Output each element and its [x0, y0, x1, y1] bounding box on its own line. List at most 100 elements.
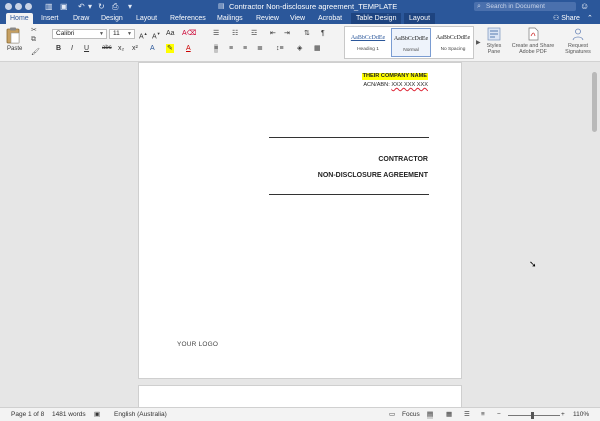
- heading-nda[interactable]: NON-DISCLOSURE AGREEMENT: [318, 172, 428, 179]
- tab-view[interactable]: View: [290, 13, 305, 24]
- status-bar: Page 1 of 8 1481 words ▣ English (Austra…: [0, 407, 600, 421]
- focus-button[interactable]: Focus: [402, 411, 420, 419]
- copy-icon[interactable]: ⧉: [31, 36, 36, 44]
- company-name[interactable]: THEIR COMPANY NAME: [361, 73, 428, 80]
- style-name: No Spacing: [440, 47, 466, 52]
- signature-person-icon: [572, 28, 584, 41]
- tab-draw[interactable]: Draw: [73, 13, 89, 24]
- undo-icon[interactable]: ↶: [78, 2, 85, 11]
- create-pdf-label: Create and Share Adobe PDF: [511, 43, 555, 55]
- collapse-ribbon-icon[interactable]: ⌃: [587, 13, 593, 24]
- styles-pane-button[interactable]: Styles Pane: [482, 27, 506, 55]
- cut-icon[interactable]: ✂: [31, 26, 37, 34]
- sidebar-toggle-icon[interactable]: ▥: [45, 2, 53, 11]
- rule-top: [269, 137, 429, 138]
- font-name-dropdown[interactable]: Calibri ▼: [52, 29, 107, 39]
- text-effects-icon[interactable]: A: [150, 44, 155, 53]
- request-signatures-button[interactable]: Request Signatures: [558, 27, 598, 55]
- font-color-icon[interactable]: A: [186, 44, 191, 53]
- tab-home[interactable]: Home: [6, 13, 33, 24]
- print-layout-view-icon[interactable]: ▤: [427, 411, 434, 419]
- underline-button[interactable]: U: [84, 44, 89, 53]
- styles-gallery: AaBbCcDdEe Heading 1 AaBbCcDdEe Normal A…: [344, 26, 474, 59]
- minimize-window-button[interactable]: [15, 3, 22, 10]
- draft-view-icon[interactable]: ≡: [481, 411, 485, 419]
- strikethrough-button[interactable]: abc: [102, 44, 112, 53]
- style-normal[interactable]: AaBbCcDdEe Normal: [391, 28, 431, 57]
- zoom-level[interactable]: 110%: [573, 411, 589, 419]
- tab-review[interactable]: Review: [256, 13, 279, 24]
- superscript-button[interactable]: x²: [132, 44, 138, 53]
- align-center-icon[interactable]: ≡: [229, 44, 233, 53]
- paste-icon[interactable]: [6, 27, 20, 44]
- web-layout-view-icon[interactable]: ▦: [446, 411, 452, 419]
- zoom-in-button[interactable]: +: [561, 411, 565, 419]
- line-spacing-icon[interactable]: ↕≡: [276, 44, 284, 53]
- logo-placeholder[interactable]: YOUR LOGO: [177, 341, 218, 348]
- close-window-button[interactable]: [5, 3, 12, 10]
- feedback-smiley-icon[interactable]: ☺: [580, 1, 589, 11]
- share-button[interactable]: ⚇ Share: [553, 13, 580, 24]
- customize-toolbar-icon[interactable]: ▾: [128, 2, 132, 11]
- vertical-scrollbar[interactable]: [592, 72, 597, 132]
- focus-icon[interactable]: ▭: [389, 411, 395, 419]
- proofing-icon[interactable]: ▣: [94, 411, 100, 419]
- font-name-value: Calibri: [56, 30, 75, 37]
- save-icon[interactable]: ▣: [60, 2, 68, 11]
- tab-references[interactable]: References: [170, 13, 206, 24]
- zoom-slider-track[interactable]: [508, 415, 560, 416]
- document-canvas[interactable]: THEIR COMPANY NAME ACN/ABN: XXX XXX XXX …: [0, 62, 600, 407]
- grow-font-icon[interactable]: A▲: [139, 29, 148, 41]
- style-heading-1[interactable]: AaBbCcDdEe Heading 1: [348, 28, 388, 57]
- italic-button[interactable]: I: [71, 44, 73, 53]
- multilevel-list-icon[interactable]: ☲: [251, 29, 257, 38]
- numbering-icon[interactable]: ☷: [232, 29, 238, 38]
- page-2[interactable]: [138, 385, 462, 407]
- zoom-out-button[interactable]: −: [497, 411, 501, 419]
- paragraph-marks-icon[interactable]: ¶: [321, 29, 325, 38]
- chevron-down-icon: ▼: [99, 31, 104, 37]
- zoom-window-button[interactable]: [25, 3, 32, 10]
- tab-acrobat[interactable]: Acrobat: [318, 13, 342, 24]
- redo-icon[interactable]: ↻: [98, 2, 105, 11]
- tab-mailings[interactable]: Mailings: [217, 13, 243, 24]
- subscript-button[interactable]: x₂: [118, 44, 124, 53]
- tab-insert[interactable]: Insert: [41, 13, 59, 24]
- increase-indent-icon[interactable]: ⇥: [284, 29, 290, 38]
- bullets-icon[interactable]: ☰: [213, 29, 219, 38]
- tab-table-design[interactable]: Table Design: [351, 13, 402, 24]
- acn-prefix: ACN/ABN:: [363, 82, 392, 88]
- word-count[interactable]: 1481 words: [52, 411, 86, 419]
- create-pdf-button[interactable]: Create and Share Adobe PDF: [510, 27, 556, 55]
- shading-icon[interactable]: ◈: [297, 44, 302, 53]
- align-left-icon[interactable]: ≡: [214, 44, 219, 53]
- justify-icon[interactable]: ≣: [257, 44, 263, 53]
- outline-view-icon[interactable]: ☰: [464, 411, 470, 419]
- heading-contractor[interactable]: CONTRACTOR: [378, 156, 428, 163]
- borders-icon[interactable]: ▦: [314, 44, 321, 53]
- ribbon-home: Paste ✂ ⧉ 🖌 Calibri ▼ 11 ▼ A▲ A▼ Aa A⌫ B…: [0, 24, 600, 62]
- align-right-icon[interactable]: ≡: [243, 44, 247, 53]
- font-size-dropdown[interactable]: 11 ▼: [109, 29, 135, 39]
- highlight-icon[interactable]: ✎: [166, 44, 174, 53]
- page-count[interactable]: Page 1 of 8: [11, 411, 44, 419]
- tab-design[interactable]: Design: [101, 13, 123, 24]
- page-1[interactable]: THEIR COMPANY NAME ACN/ABN: XXX XXX XXX …: [138, 62, 462, 379]
- language-status[interactable]: English (Australia): [114, 411, 167, 419]
- format-painter-icon[interactable]: 🖌: [31, 48, 40, 56]
- style-no-spacing[interactable]: AaBbCcDdEe No Spacing: [433, 28, 473, 57]
- tab-table-layout[interactable]: Layout: [404, 13, 436, 24]
- styles-gallery-more-icon[interactable]: ▶: [476, 39, 481, 46]
- acn-line[interactable]: ACN/ABN: XXX XXX XXX: [363, 82, 428, 89]
- search-input[interactable]: ⌕ Search in Document: [474, 2, 576, 11]
- print-icon[interactable]: ⎙: [112, 2, 118, 11]
- zoom-slider-thumb[interactable]: [531, 412, 534, 419]
- clear-formatting-icon[interactable]: A⌫: [182, 29, 197, 38]
- bold-button[interactable]: B: [56, 44, 61, 53]
- tab-layout[interactable]: Layout: [136, 13, 157, 24]
- sort-icon[interactable]: ⇅: [304, 29, 310, 38]
- undo-dropdown-icon[interactable]: ▾: [88, 2, 92, 11]
- change-case-icon[interactable]: Aa: [166, 29, 175, 38]
- decrease-indent-icon[interactable]: ⇤: [270, 29, 276, 38]
- shrink-font-icon[interactable]: A▼: [152, 29, 161, 41]
